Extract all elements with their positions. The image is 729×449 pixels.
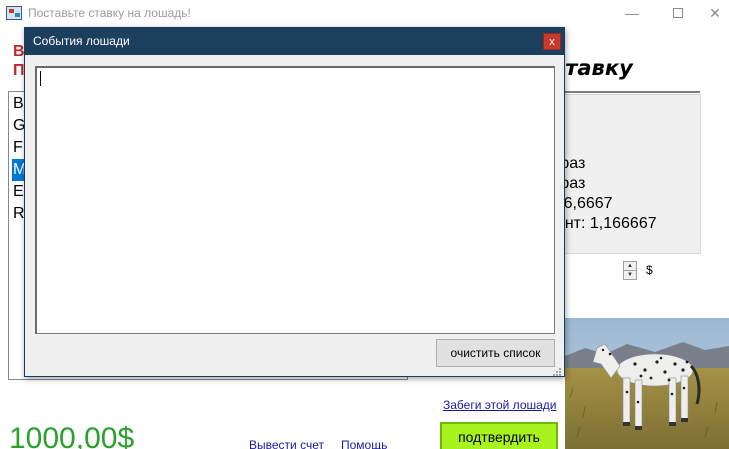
list-item[interactable]: E: [12, 181, 24, 203]
maximize-button[interactable]: [655, 0, 701, 27]
withdraw-link[interactable]: Вывести счет: [249, 438, 324, 449]
minimize-button[interactable]: —: [609, 0, 655, 27]
maximize-icon: [673, 8, 683, 18]
list-item[interactable]: F: [12, 137, 23, 159]
events-textarea[interactable]: [35, 66, 555, 334]
resize-grip-icon[interactable]: [552, 364, 562, 376]
dialog-close-button[interactable]: x: [543, 33, 561, 50]
horse-photo: [565, 318, 729, 449]
bet-amount-stepper[interactable]: ▲ ▼: [623, 261, 637, 280]
arrow-down-icon[interactable]: ▼: [624, 271, 636, 280]
clear-list-button[interactable]: очистить список: [436, 339, 555, 367]
app-screen: Поставьте ставку на лошадь! — ✕ В П B G …: [0, 0, 729, 449]
text-caret: [40, 71, 41, 86]
close-button[interactable]: ✕: [701, 0, 729, 27]
dialog-title: События лошади: [33, 34, 130, 48]
list-item-selected[interactable]: M: [12, 159, 26, 181]
help-link[interactable]: Помощь: [341, 438, 387, 449]
main-title-bar: Поставьте ставку на лошадь! — ✕: [0, 0, 729, 27]
balance-display: 1000,00$: [9, 422, 135, 449]
confirm-button[interactable]: подтвердить: [440, 422, 558, 449]
list-item[interactable]: R: [12, 203, 25, 225]
dialog-title-bar[interactable]: События лошади x: [25, 28, 564, 55]
list-item[interactable]: B: [12, 93, 24, 115]
left-heading-line2: П: [13, 62, 25, 79]
horse-events-dialog: События лошади x очистить список: [24, 27, 565, 377]
app-window-icon[interactable]: [6, 6, 22, 20]
horse-races-link[interactable]: Забеги этой лошади: [443, 398, 557, 412]
main-window-title: Поставьте ставку на лошадь!: [28, 6, 191, 20]
left-heading-line1: В: [13, 43, 25, 60]
currency-label: $: [646, 263, 653, 277]
arrow-up-icon[interactable]: ▲: [624, 262, 636, 271]
